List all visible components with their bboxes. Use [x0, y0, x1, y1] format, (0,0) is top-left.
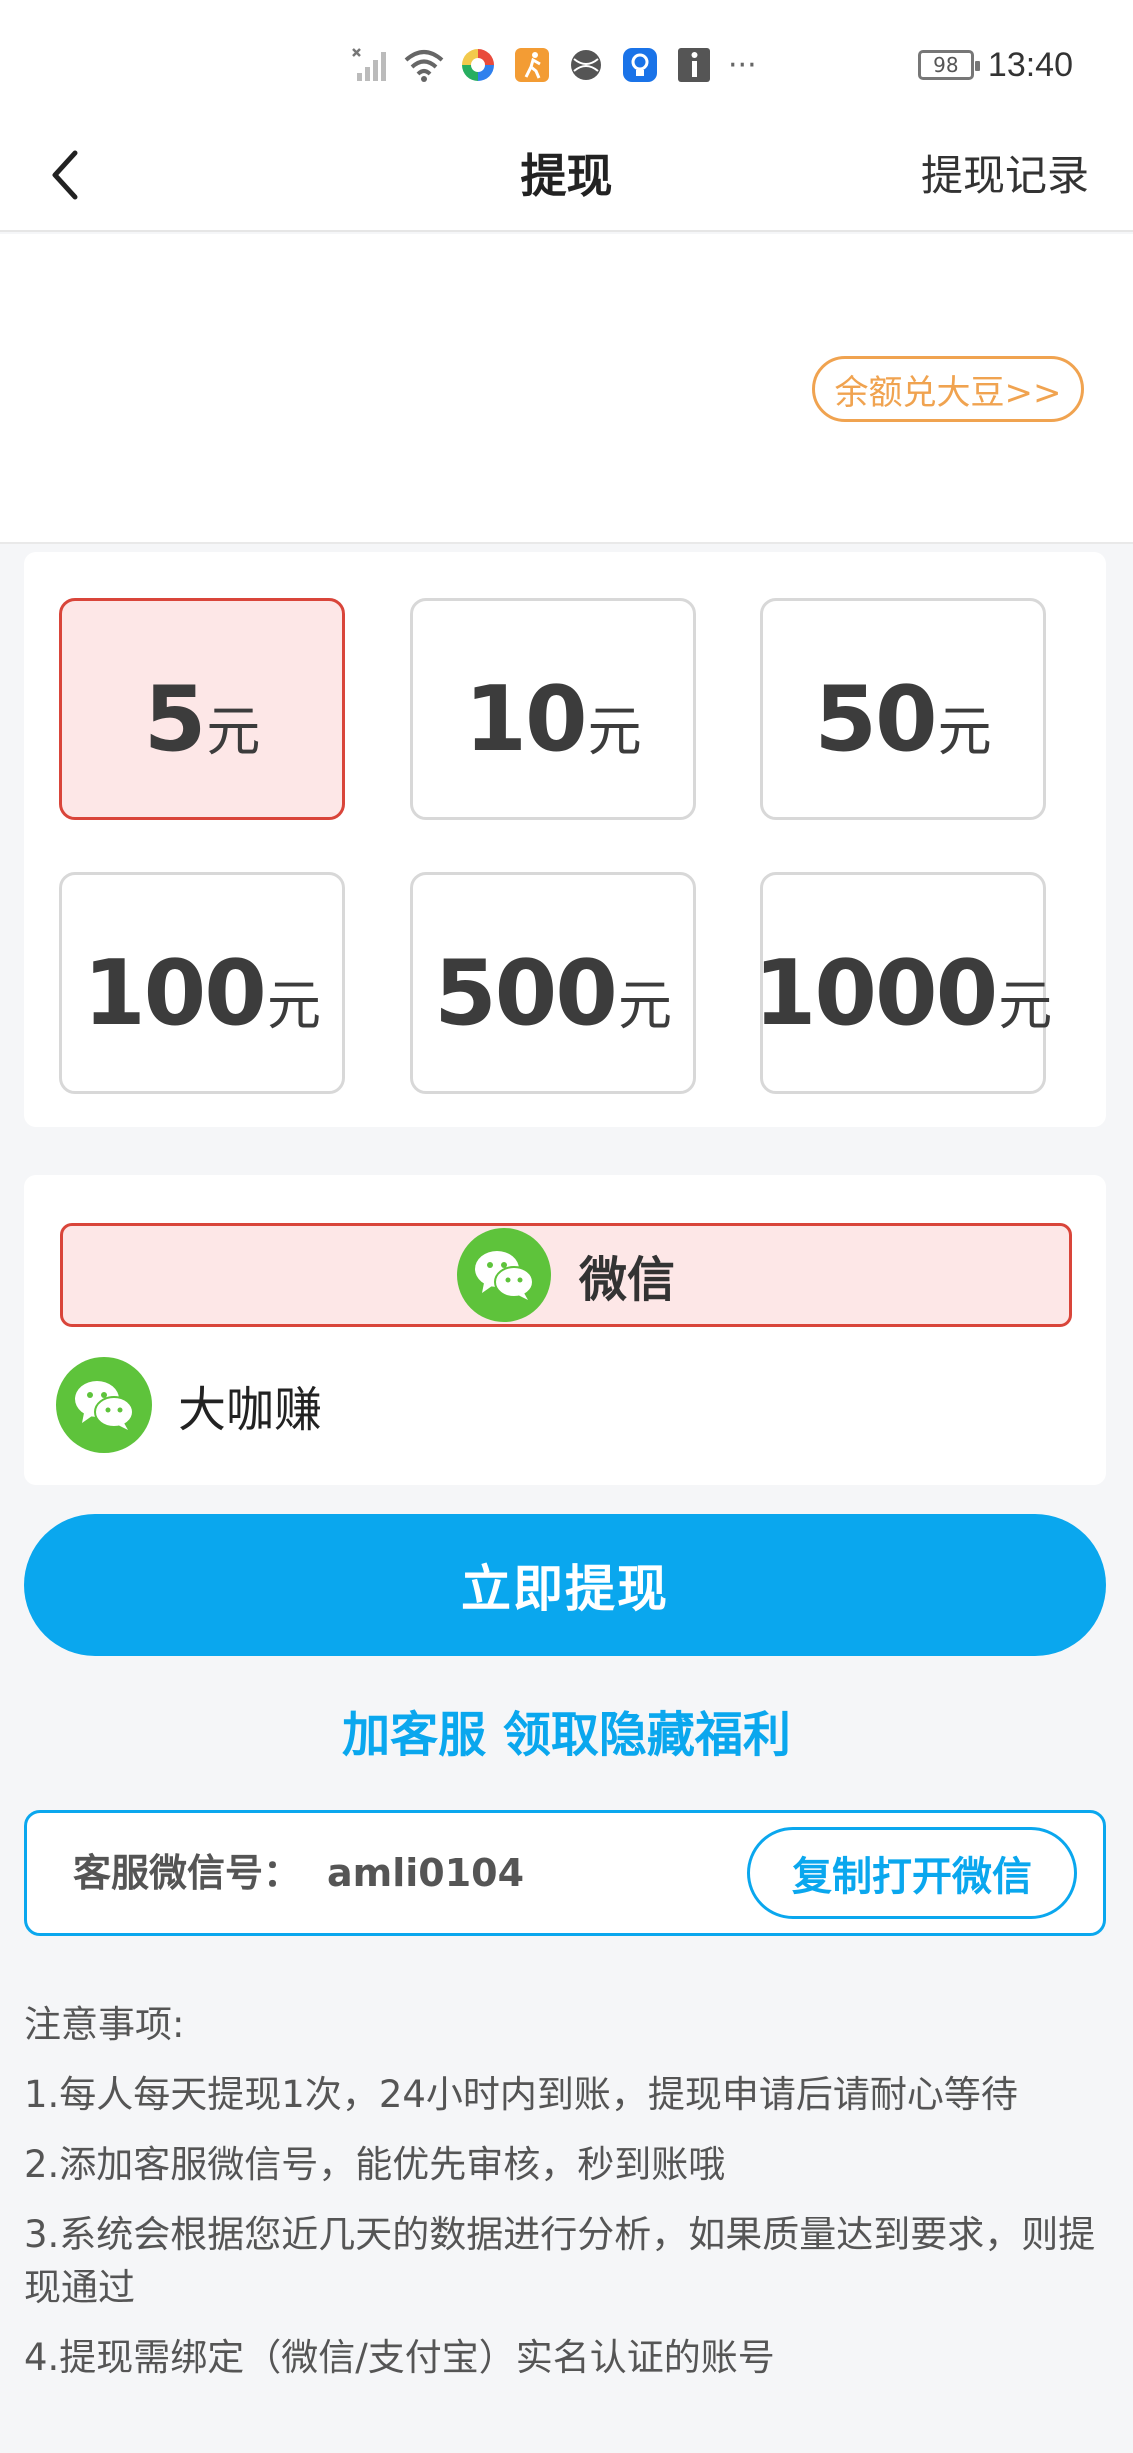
cs-wechat-label: 客服微信号： — [73, 1851, 302, 1895]
notes-section: 注意事项: 1.每人每天提现1次，24小时内到账，提现申请后请耐心等待 2.添加… — [24, 1998, 1114, 2401]
amount-option-500[interactable]: 500 元 — [410, 872, 696, 1094]
amount-options: 5元 10 元 50 元 100 元 500 元 1000 元 — [24, 552, 1106, 1127]
amount-value: 500 — [434, 941, 618, 1046]
battery-level: 98 — [933, 53, 959, 77]
cs-wechat-id: amli0104 — [327, 1851, 525, 1895]
copy-open-wechat-button[interactable]: 复制打开微信 — [747, 1827, 1077, 1919]
wechat-avatar-icon — [56, 1357, 152, 1453]
amount-value: 1000 — [753, 941, 998, 1046]
exchange-beans-button[interactable]: 余额兑大豆>> — [812, 356, 1084, 422]
no-signal-icon — [350, 45, 390, 85]
bulb-icon — [620, 45, 660, 85]
amount-value: 10 — [464, 667, 587, 772]
amount-value: 100 — [83, 941, 267, 1046]
bound-account: 大咖赚 — [56, 1355, 322, 1455]
app-colorful-icon — [458, 45, 498, 85]
amount-value: 50 — [814, 667, 937, 772]
payment-method-label: 微信 — [578, 1252, 675, 1308]
amount-option-1000[interactable]: 1000 元 — [754, 872, 1052, 1094]
note-item: 3.系统会根据您近几天的数据进行分析，如果质量达到要求，则提现通过 — [24, 2213, 1096, 2309]
nav-bar: 提现 提现记录 — [0, 120, 1133, 232]
back-button[interactable] — [30, 140, 100, 210]
more-indicator: ··· — [728, 47, 757, 83]
wechat-icon — [456, 1228, 551, 1322]
amount-option-50[interactable]: 50 元 — [760, 598, 1046, 820]
info-icon — [674, 45, 714, 85]
chevron-left-icon — [52, 150, 78, 200]
clock: 13:40 — [987, 45, 1073, 84]
withdraw-now-button[interactable]: 立即提现 — [24, 1514, 1106, 1656]
wechat-pay-option[interactable]: 微信 — [60, 1223, 1072, 1327]
amount-unit: 元 — [998, 974, 1053, 1037]
customer-service-box: 客服微信号： amli0104 复制打开微信 — [24, 1810, 1106, 1936]
globe-icon — [566, 45, 606, 85]
withdraw-history-link[interactable]: 提现记录 — [921, 120, 1089, 232]
note-item: 2.添加客服微信号，能优先审核，秒到账哦 — [24, 2143, 726, 2186]
amount-unit: 元 — [937, 700, 992, 763]
status-bar: ··· 98 13:40 — [0, 0, 1133, 120]
amount-value: 5 — [143, 667, 207, 772]
status-right: 98 13:40 — [917, 40, 1073, 90]
amount-unit: 元 — [266, 974, 321, 1037]
balance-header: 余额兑大豆>> — [0, 234, 1133, 544]
amount-unit: 元 — [617, 974, 672, 1037]
customer-service-link[interactable]: 加客服 领取隐藏福利 — [0, 1695, 1133, 1765]
battery-icon: 98 — [917, 50, 980, 80]
amount-option-5[interactable]: 5元 — [59, 598, 345, 820]
amount-unit: 元 — [206, 700, 261, 763]
note-item: 1.每人每天提现1次，24小时内到账，提现申请后请耐心等待 — [24, 2073, 1018, 2116]
payment-card: 微信 大咖赚 — [24, 1175, 1106, 1485]
account-name: 大咖赚 — [178, 1382, 323, 1438]
amount-option-100[interactable]: 100 元 — [59, 872, 345, 1094]
note-item: 4.提现需绑定（微信/支付宝）实名认证的账号 — [24, 2336, 775, 2379]
wifi-icon — [404, 45, 444, 85]
status-icons: ··· — [350, 40, 757, 90]
amount-unit: 元 — [587, 700, 642, 763]
amount-option-10[interactable]: 10 元 — [410, 598, 696, 820]
notes-title: 注意事项: — [24, 2003, 185, 2046]
running-app-icon — [512, 45, 552, 85]
